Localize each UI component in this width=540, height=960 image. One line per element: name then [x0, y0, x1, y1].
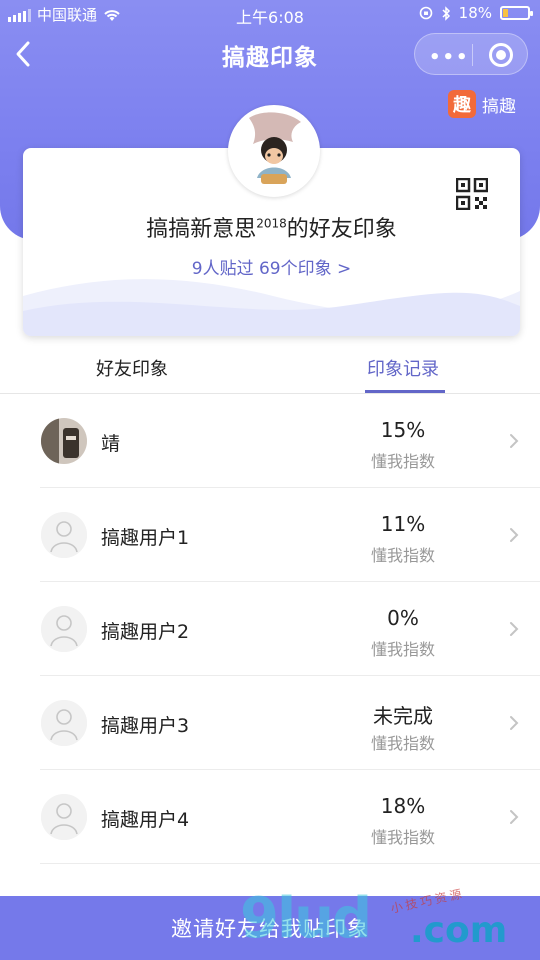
chevron-right-icon	[510, 434, 519, 448]
understanding-score: 0%	[387, 606, 419, 630]
tab-friend-impressions[interactable]: 好友印象	[96, 355, 168, 381]
tab-bar: 好友印象 印象记录	[0, 340, 540, 394]
more-icon[interactable]: •••	[429, 47, 470, 68]
understanding-score-label: 懂我指数	[370, 640, 435, 659]
list-item[interactable]: 搞趣用户4 18% 懂我指数	[0, 770, 540, 864]
wave-decoration	[23, 279, 520, 336]
understanding-score-label: 懂我指数	[370, 546, 435, 565]
friend-name: 靖	[101, 433, 121, 455]
understanding-score: 11%	[380, 512, 426, 536]
bluetooth-icon	[442, 5, 450, 21]
profile-title: 搞搞新意思2018的好友印象	[23, 211, 520, 243]
understanding-score-label: 懂我指数	[370, 828, 435, 847]
profile-name: 搞搞新意思	[146, 217, 257, 242]
list-item[interactable]: 搞趣用户2 0% 懂我指数	[0, 582, 540, 676]
friend-name: 搞趣用户1	[101, 527, 190, 549]
chevron-right-icon	[510, 528, 519, 542]
qr-code-icon[interactable]	[456, 178, 488, 210]
list-item[interactable]: 搞趣用户3 未完成 懂我指数	[0, 676, 540, 770]
navigation-bar: 搞趣印象 •••	[0, 28, 540, 80]
profile-avatar[interactable]	[228, 105, 320, 197]
orientation-lock-icon	[419, 6, 432, 20]
profile-title-suffix: 的好友印象	[286, 217, 397, 242]
active-tab-indicator	[365, 390, 445, 393]
understanding-score: 18%	[380, 794, 426, 818]
friend-name: 搞趣用户4	[101, 809, 190, 831]
miniprogram-capsule: •••	[414, 33, 528, 75]
default-avatar-icon	[41, 794, 87, 840]
invite-friends-button[interactable]: 邀请好友给我贴印象	[0, 896, 540, 960]
avatar	[41, 418, 87, 464]
understanding-score: 未完成	[373, 704, 433, 728]
brand-label: 搞趣	[482, 96, 516, 117]
chevron-right-icon	[510, 716, 519, 730]
profile-superscript: 2018	[256, 216, 287, 231]
battery-percent: 18%	[458, 4, 492, 22]
understanding-score-label: 懂我指数	[370, 452, 435, 471]
brand-logo: 趣	[448, 90, 476, 118]
brand-tag[interactable]: 趣 搞趣	[448, 90, 516, 118]
understanding-score-label: 懂我指数	[370, 734, 435, 753]
close-miniprogram-icon[interactable]	[489, 43, 513, 67]
friend-name: 搞趣用户2	[101, 621, 190, 643]
tab-impression-records[interactable]: 印象记录	[367, 355, 439, 381]
understanding-score: 15%	[380, 418, 426, 442]
chevron-right-icon	[510, 622, 519, 636]
capsule-divider	[472, 44, 473, 66]
default-avatar-icon	[41, 700, 87, 746]
chevron-right-icon	[510, 810, 519, 824]
friend-name: 搞趣用户3	[101, 715, 190, 737]
default-avatar-icon	[41, 606, 87, 652]
default-avatar-icon	[41, 512, 87, 558]
list-item[interactable]: 靖 15% 懂我指数	[0, 394, 540, 488]
battery-icon	[500, 6, 533, 20]
list-item[interactable]: 搞趣用户1 11% 懂我指数	[0, 488, 540, 582]
status-bar: 中国联通 上午6:08 18%	[0, 0, 540, 28]
friend-list: 靖 15% 懂我指数 搞趣用户1 11% 懂我指数 搞趣用户2 0% 懂我指数 …	[0, 394, 540, 864]
